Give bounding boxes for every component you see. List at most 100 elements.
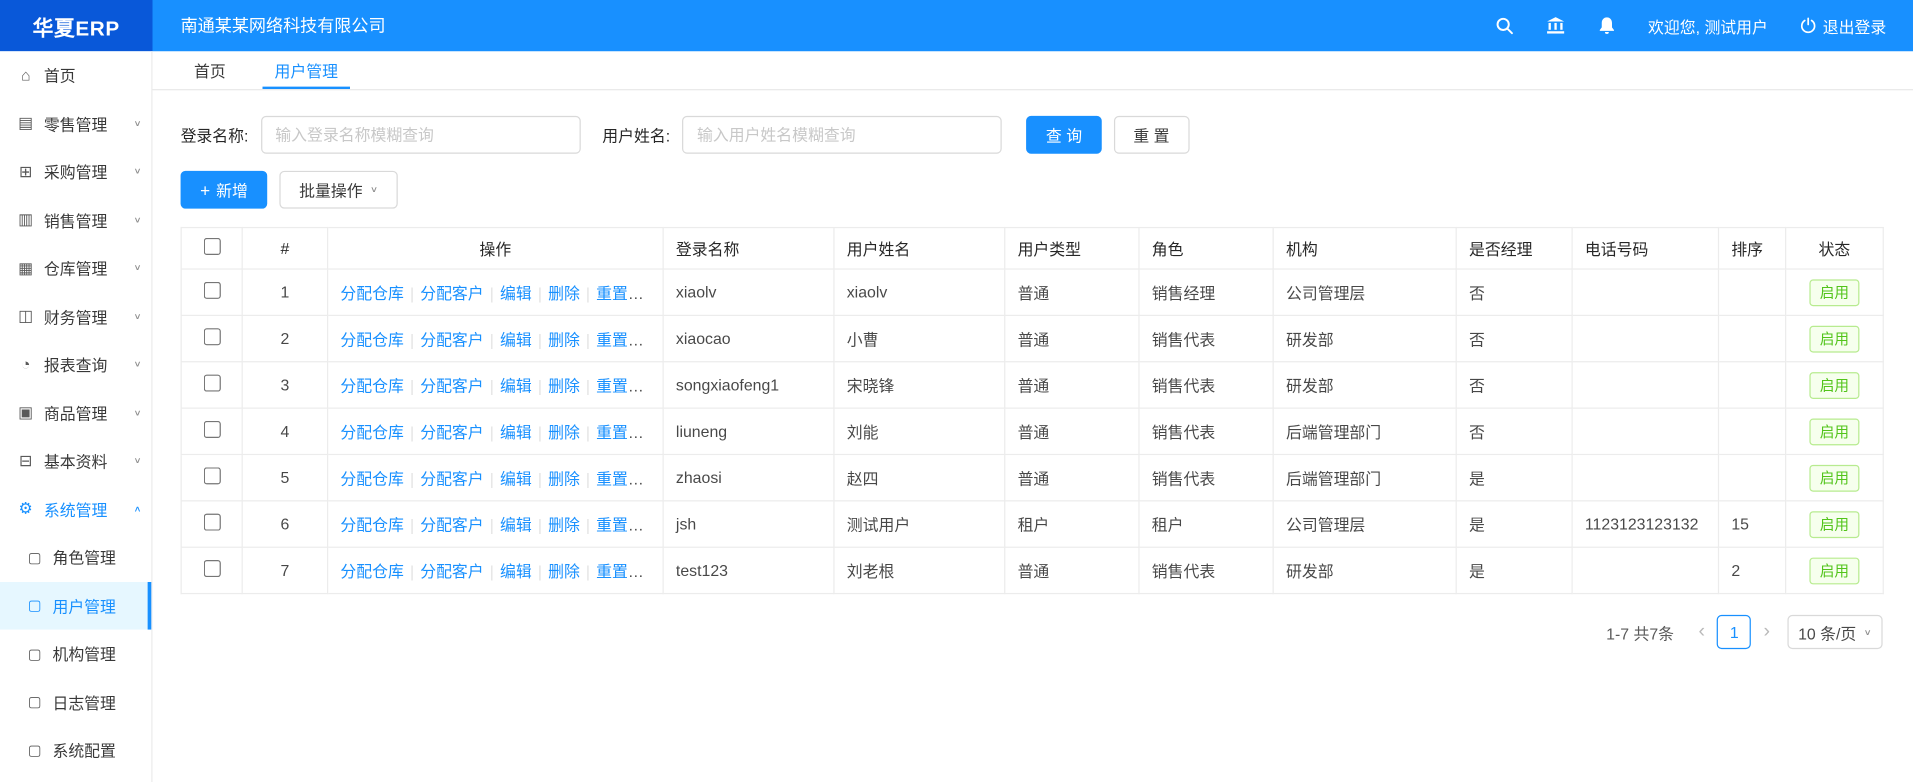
sidebar-item-goods[interactable]: ▣商品管理∨	[0, 389, 151, 437]
sidebar-subitem-system-config[interactable]: ▢系统配置	[0, 726, 151, 774]
assign-customer-link[interactable]: 分配客户	[420, 516, 483, 534]
cell-name: 刘老根	[834, 547, 1005, 593]
row-checkbox[interactable]	[203, 328, 220, 345]
status-badge[interactable]: 启用	[1810, 557, 1859, 584]
sidebar-item-base-data[interactable]: ⊟基本资料∨	[0, 437, 151, 485]
row-index: 2	[242, 315, 327, 361]
reset-password-link[interactable]: 重置密码	[596, 562, 659, 580]
sidebar-item-sales[interactable]: ▥销售管理∨	[0, 196, 151, 244]
sidebar-item-purchase[interactable]: ⊞采购管理∨	[0, 148, 151, 196]
cell-login: jsh	[663, 501, 834, 547]
row-operations: 分配仓库|分配客户|编辑|删除|重置密码	[328, 408, 664, 454]
op-separator: |	[586, 470, 590, 488]
sidebar-item-retail[interactable]: ▤零售管理∨	[0, 99, 151, 147]
welcome-text: 欢迎您, 测试用户	[1648, 14, 1768, 37]
reset-password-link[interactable]: 重置密码	[596, 516, 659, 534]
assign-warehouse-link[interactable]: 分配仓库	[340, 562, 403, 580]
cell-name: 赵四	[834, 454, 1005, 500]
bank-icon[interactable]	[1546, 16, 1566, 36]
assign-customer-link[interactable]: 分配客户	[420, 562, 483, 580]
cell-sort: 15	[1719, 501, 1786, 547]
chevron-down-icon: ∨	[133, 408, 141, 418]
status-badge[interactable]: 启用	[1810, 279, 1859, 306]
batch-operations-button[interactable]: 批量操作 ∨	[280, 171, 398, 209]
sidebar-item-home[interactable]: ⌂首页	[0, 51, 151, 99]
row-checkbox[interactable]	[203, 282, 220, 299]
page-size-select[interactable]: 10 条/页 ∨	[1787, 615, 1883, 649]
login-name-input[interactable]	[261, 116, 581, 154]
delete-link[interactable]: 删除	[548, 423, 580, 441]
bell-icon[interactable]	[1597, 16, 1617, 36]
status-badge[interactable]: 启用	[1810, 464, 1859, 491]
assign-warehouse-link[interactable]: 分配仓库	[340, 470, 403, 488]
cell-role: 销售代表	[1139, 408, 1273, 454]
sidebar-subitem-log-management[interactable]: ▢日志管理	[0, 678, 151, 726]
status-badge[interactable]: 启用	[1810, 372, 1859, 399]
sidebar-item-warehouse[interactable]: ▦仓库管理∨	[0, 244, 151, 292]
delete-link[interactable]: 删除	[548, 516, 580, 534]
sidebar-item-report[interactable]: ◔报表查询∨	[0, 340, 151, 388]
assign-customer-link[interactable]: 分配客户	[420, 470, 483, 488]
edit-link[interactable]: 编辑	[500, 423, 532, 441]
edit-link[interactable]: 编辑	[500, 470, 532, 488]
assign-customer-link[interactable]: 分配客户	[420, 331, 483, 349]
chevron-down-icon: ∨	[133, 263, 141, 273]
search-button[interactable]: 查 询	[1026, 116, 1101, 154]
delete-link[interactable]: 删除	[548, 470, 580, 488]
reset-password-link[interactable]: 重置密码	[596, 470, 659, 488]
edit-link[interactable]: 编辑	[500, 562, 532, 580]
cell-phone	[1572, 454, 1718, 500]
assign-warehouse-link[interactable]: 分配仓库	[340, 331, 403, 349]
user-management-page: 登录名称: 用户姓名: 查 询 重 置 + 新增 批量操作 ∨	[153, 90, 1913, 649]
reset-password-link[interactable]: 重置密码	[596, 331, 659, 349]
cell-login: xiaolv	[663, 269, 834, 315]
row-checkbox[interactable]	[203, 514, 220, 531]
add-button[interactable]: + 新增	[181, 171, 268, 209]
sidebar-item-finance[interactable]: ◫财务管理∨	[0, 292, 151, 340]
edit-link[interactable]: 编辑	[500, 516, 532, 534]
assign-customer-link[interactable]: 分配客户	[420, 377, 483, 395]
assign-warehouse-link[interactable]: 分配仓库	[340, 284, 403, 302]
reset-password-link[interactable]: 重置密码	[596, 284, 659, 302]
tab-home[interactable]: 首页	[182, 51, 238, 89]
assign-customer-link[interactable]: 分配客户	[420, 423, 483, 441]
sidebar-subitem-org-management[interactable]: ▢机构管理	[0, 630, 151, 678]
status-badge[interactable]: 启用	[1810, 511, 1859, 538]
delete-link[interactable]: 删除	[548, 377, 580, 395]
prev-page-button[interactable]: ‹	[1691, 622, 1712, 642]
page-number-button[interactable]: 1	[1717, 615, 1751, 649]
cell-sort: 2	[1719, 547, 1786, 593]
row-checkbox[interactable]	[203, 560, 220, 577]
edit-link[interactable]: 编辑	[500, 284, 532, 302]
reset-password-link[interactable]: 重置密码	[596, 377, 659, 395]
cell-login: test123	[663, 547, 834, 593]
sidebar-item-system[interactable]: ⚙系统管理∧	[0, 485, 151, 533]
sidebar-subitem-user-management[interactable]: ▢用户管理	[0, 581, 151, 629]
reset-password-link[interactable]: 重置密码	[596, 423, 659, 441]
row-checkbox[interactable]	[203, 375, 220, 392]
sidebar-subitem-label: 日志管理	[52, 690, 115, 713]
select-all-checkbox[interactable]	[203, 238, 220, 255]
edit-link[interactable]: 编辑	[500, 331, 532, 349]
edit-link[interactable]: 编辑	[500, 377, 532, 395]
op-separator: |	[410, 470, 414, 488]
delete-link[interactable]: 删除	[548, 562, 580, 580]
reset-button[interactable]: 重 置	[1114, 116, 1189, 154]
assign-warehouse-link[interactable]: 分配仓库	[340, 377, 403, 395]
user-name-input[interactable]	[682, 116, 1002, 154]
row-checkbox[interactable]	[203, 467, 220, 484]
search-icon[interactable]	[1494, 16, 1514, 36]
delete-link[interactable]: 删除	[548, 331, 580, 349]
sidebar-subitem-role-management[interactable]: ▢角色管理	[0, 533, 151, 581]
status-badge[interactable]: 启用	[1810, 418, 1859, 445]
assign-customer-link[interactable]: 分配客户	[420, 284, 483, 302]
delete-link[interactable]: 删除	[548, 284, 580, 302]
select-all-cell	[181, 228, 242, 269]
tab-user-management[interactable]: 用户管理	[262, 51, 350, 89]
row-checkbox[interactable]	[203, 421, 220, 438]
assign-warehouse-link[interactable]: 分配仓库	[340, 516, 403, 534]
assign-warehouse-link[interactable]: 分配仓库	[340, 423, 403, 441]
status-badge[interactable]: 启用	[1810, 325, 1859, 352]
logout-button[interactable]: 退出登录	[1800, 14, 1887, 37]
next-page-button[interactable]: ›	[1756, 622, 1777, 642]
